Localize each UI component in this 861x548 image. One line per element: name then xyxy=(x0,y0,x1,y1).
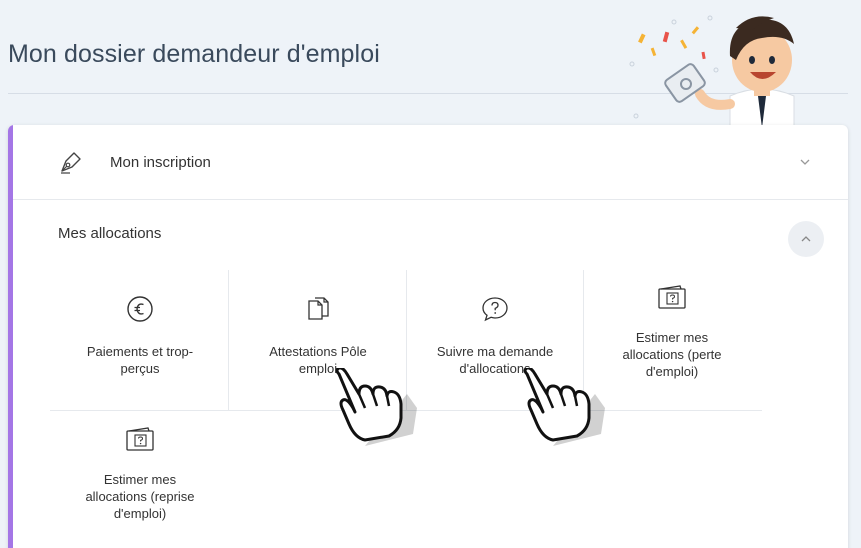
speech-bubble-question-icon xyxy=(482,297,508,322)
collapse-allocations-button[interactable] xyxy=(788,221,824,257)
wallet-question-icon xyxy=(658,285,686,309)
tile-suivre-demande[interactable]: Suivre ma demande d'allocations xyxy=(415,295,575,377)
hand-pointer-icon xyxy=(523,368,605,446)
tile-estimer-perte[interactable]: Estimer mes allocations (perte d'emploi) xyxy=(592,283,752,380)
euro-circle-icon xyxy=(127,296,153,322)
section-mon-inscription[interactable]: Mon inscription xyxy=(13,125,848,200)
section-label-inscription: Mon inscription xyxy=(110,154,211,171)
dossier-card: Mon inscription Mes allocations Paiement… xyxy=(8,125,848,548)
page-header: Mon dossier demandeur d'emploi xyxy=(0,0,861,128)
documents-icon xyxy=(308,297,329,320)
section-label-allocations: Mes allocations xyxy=(58,225,162,242)
tile-attestations[interactable]: Attestations Pôle emploi xyxy=(238,295,398,377)
page-title: Mon dossier demandeur d'emploi xyxy=(8,40,380,68)
wallet-question-icon xyxy=(126,427,154,451)
chevron-up-icon xyxy=(801,236,811,242)
pen-icon xyxy=(61,152,81,174)
mascot-illustration xyxy=(629,15,795,128)
tile-paiements[interactable]: Paiements et trop- perçus xyxy=(60,295,220,377)
grid-divider xyxy=(228,270,229,410)
chevron-down-icon[interactable] xyxy=(798,155,812,169)
hand-pointer-icon xyxy=(335,368,417,446)
tile-estimer-reprise[interactable]: Estimer mes allocations (reprise d'emplo… xyxy=(60,425,220,522)
